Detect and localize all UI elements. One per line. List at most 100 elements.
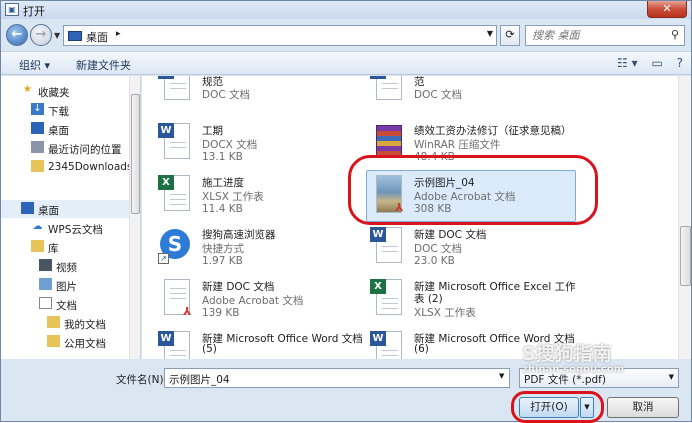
sidebar-scrollbar[interactable] bbox=[129, 76, 140, 359]
excel-file-icon: X bbox=[158, 175, 192, 215]
file-name: 施工进度 bbox=[202, 177, 244, 189]
file-type: Adobe Acrobat 文档 bbox=[202, 295, 304, 307]
file-tile[interactable]: W 范 DOC 文档 bbox=[370, 76, 580, 108]
sidebar-item-desktop[interactable]: 桌面 bbox=[1, 120, 129, 138]
file-tile[interactable]: W 新建 DOC 文档 DOC 文档 23.0 KB bbox=[370, 225, 580, 271]
breadcrumb-arrow-icon[interactable]: ▸ bbox=[116, 29, 121, 39]
sidebar-item-2345downloads[interactable]: 2345Downloads bbox=[1, 158, 132, 176]
back-button[interactable]: ← bbox=[6, 24, 28, 46]
word-file-icon: W bbox=[158, 123, 192, 163]
forward-button[interactable]: → bbox=[30, 24, 52, 46]
picture-icon bbox=[39, 278, 52, 290]
search-box[interactable]: ⚲ bbox=[525, 25, 685, 46]
file-tile[interactable]: S ↗ 搜狗高速浏览器 快捷方式 1.97 KB bbox=[158, 225, 368, 271]
filename-label: 文件名(N): bbox=[116, 374, 168, 386]
shortcut-arrow-icon: ↗ bbox=[158, 253, 169, 264]
file-list-scroll-thumb[interactable] bbox=[680, 226, 691, 286]
folder-icon bbox=[47, 335, 60, 347]
word-file-icon: W bbox=[158, 76, 192, 104]
desktop-icon bbox=[31, 122, 44, 134]
help-icon[interactable]: ? bbox=[677, 56, 683, 70]
folder-icon bbox=[47, 316, 60, 328]
history-dropdown-icon[interactable]: ▼ bbox=[54, 31, 60, 40]
file-tile[interactable]: W 新建 Microsoft Office Word 文档 (5) bbox=[158, 329, 368, 359]
filename-dropdown-icon[interactable]: ▼ bbox=[499, 372, 504, 380]
word-file-icon: W bbox=[370, 227, 404, 267]
download-icon: ↓ bbox=[31, 103, 44, 115]
file-tile[interactable]: W 规范 DOC 文档 bbox=[158, 76, 368, 108]
sidebar-item-videos[interactable]: 视频 bbox=[1, 257, 129, 275]
word-file-icon: W bbox=[370, 331, 404, 359]
sidebar-item-downloads[interactable]: ↓ 下载 bbox=[1, 101, 129, 119]
sidebar-item-pictures[interactable]: 图片 bbox=[1, 276, 129, 294]
cancel-button[interactable]: 取消 bbox=[607, 397, 679, 418]
pdf-file-icon: ⅄ bbox=[158, 279, 192, 319]
file-tile[interactable]: W 工期 DOCX 文档 13.1 KB bbox=[158, 121, 368, 167]
file-size: 23.0 KB bbox=[414, 255, 455, 267]
file-name: 绩效工资办法修订（征求意见稿） bbox=[414, 125, 572, 137]
address-bar[interactable]: 桌面 ▸ ▼ bbox=[63, 25, 497, 46]
sidebar-item-public-documents[interactable]: 公用文档 bbox=[1, 333, 129, 351]
file-type: XLSX 工作表 bbox=[414, 307, 476, 319]
recent-icon bbox=[31, 141, 44, 153]
file-tile[interactable]: X 新建 Microsoft Office Excel 工作 表 (2) XLS… bbox=[370, 277, 580, 323]
breadcrumb-desktop[interactable]: 桌面 bbox=[86, 29, 108, 45]
organize-menu[interactable]: 组织 ▾ bbox=[19, 57, 50, 73]
file-name: 新建 DOC 文档 bbox=[414, 229, 487, 241]
search-icon[interactable]: ⚲ bbox=[671, 28, 679, 41]
window-title: 打开 bbox=[23, 5, 45, 18]
highlight-ring-selected-file bbox=[348, 155, 598, 225]
sidebar-item-desktop-root[interactable]: 桌面 bbox=[1, 200, 129, 218]
address-dropdown-icon[interactable]: ▼ bbox=[487, 29, 493, 38]
file-name: 新建 Microsoft Office Word 文档 bbox=[202, 333, 363, 345]
file-size: 139 KB bbox=[202, 307, 240, 319]
sidebar-item-documents[interactable]: 文档 bbox=[1, 295, 129, 313]
sidebar-item-recent[interactable]: 最近访问的位置 bbox=[1, 139, 129, 157]
view-options-icon[interactable]: ☷ ▾ bbox=[617, 56, 638, 70]
filename-input[interactable]: 示例图片_04 bbox=[164, 368, 510, 388]
star-icon: ★ bbox=[23, 84, 32, 95]
close-button[interactable]: ✕ bbox=[647, 1, 687, 18]
file-name: 工期 bbox=[202, 125, 223, 137]
file-size: 1.97 KB bbox=[202, 255, 243, 267]
title-bar: ▣ 打开 ✕ bbox=[1, 1, 691, 19]
refresh-button[interactable]: ⟳ bbox=[500, 25, 520, 46]
file-type: 快捷方式 bbox=[202, 243, 244, 255]
file-name-line2: (5) bbox=[202, 343, 217, 355]
view-controls: ☷ ▾ ▭ ? bbox=[607, 56, 683, 70]
sidebar-item-wps-cloud[interactable]: ☁ WPS云文档 bbox=[1, 219, 129, 237]
file-list-scrollbar[interactable] bbox=[678, 76, 691, 359]
search-input[interactable] bbox=[532, 28, 662, 43]
chevron-down-icon: ▼ bbox=[668, 373, 674, 381]
open-file-dialog: ▣ 打开 ✕ ← → ▼ 桌面 ▸ ▼ ⟳ ⚲ 组织 ▾ 新建文件夹 ☷ ▾ ▭… bbox=[0, 0, 692, 423]
file-name: 搜狗高速浏览器 bbox=[202, 229, 276, 241]
command-bar: 组织 ▾ 新建文件夹 ☷ ▾ ▭ ? bbox=[1, 51, 691, 75]
file-type: XLSX 工作表 bbox=[202, 191, 264, 203]
file-size: 13.1 KB bbox=[202, 151, 243, 163]
library-icon bbox=[31, 240, 44, 252]
video-icon bbox=[39, 259, 52, 271]
sidebar-item-my-documents[interactable]: 我的文档 bbox=[1, 314, 129, 332]
word-file-icon: W bbox=[370, 76, 404, 104]
file-type: WinRAR 压缩文件 bbox=[414, 139, 501, 151]
file-size: 11.4 KB bbox=[202, 203, 243, 215]
preview-pane-icon[interactable]: ▭ bbox=[651, 56, 662, 70]
file-type: DOC 文档 bbox=[414, 89, 463, 101]
excel-file-icon: X bbox=[370, 279, 404, 319]
file-type: DOCX 文档 bbox=[202, 139, 258, 151]
file-tile[interactable]: ⅄ 新建 DOC 文档 Adobe Acrobat 文档 139 KB bbox=[158, 277, 368, 323]
new-folder-button[interactable]: 新建文件夹 bbox=[76, 57, 131, 73]
watermark: S搜狗指南 bbox=[522, 343, 612, 365]
file-type: DOC 文档 bbox=[202, 89, 251, 101]
sidebar-item-libraries[interactable]: 库 bbox=[1, 238, 129, 256]
word-file-icon: W bbox=[158, 331, 192, 359]
file-name-line2: 表 (2) bbox=[414, 293, 443, 305]
sidebar-scroll-thumb[interactable] bbox=[131, 94, 140, 214]
folder-icon bbox=[31, 160, 44, 172]
desktop-icon bbox=[21, 202, 34, 214]
sogou-browser-icon: S ↗ bbox=[158, 227, 192, 267]
sidebar-item-favorites[interactable]: ★ 收藏夹 bbox=[1, 82, 129, 100]
file-tile[interactable]: X 施工进度 XLSX 工作表 11.4 KB bbox=[158, 173, 368, 219]
address-row: ← → ▼ 桌面 ▸ ▼ ⟳ ⚲ bbox=[1, 21, 691, 49]
file-type: DOC 文档 bbox=[414, 243, 463, 255]
